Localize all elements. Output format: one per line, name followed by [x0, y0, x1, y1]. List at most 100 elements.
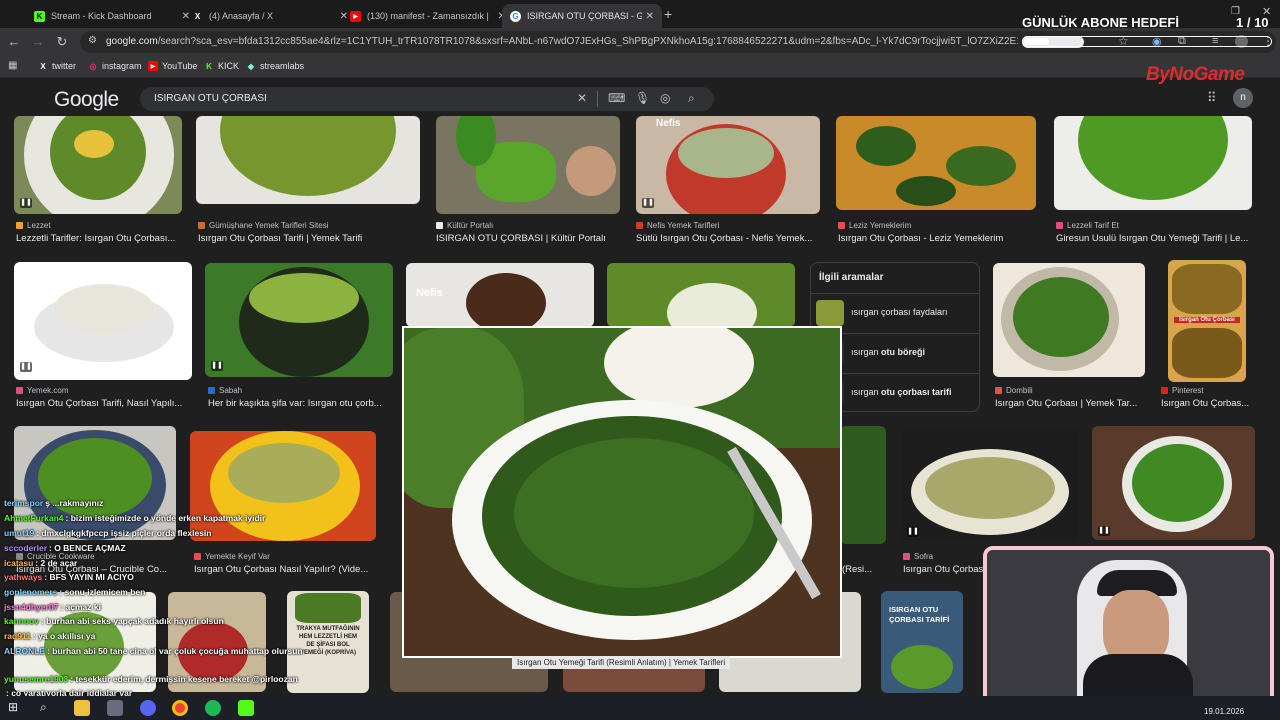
search-icon[interactable]: ⌕ — [40, 700, 56, 716]
image-caption[interactable]: Giresun Usulü Isırgan Otu Yemeği Tarifi … — [1056, 233, 1252, 244]
image-caption[interactable]: Isırgan Otu Çorbası | Yemek Tar... — [995, 398, 1145, 409]
clear-search-icon[interactable]: ✕ — [577, 91, 587, 105]
video-icon: ❚❚ — [211, 361, 223, 371]
chat-message: icatasu: 2 de açar — [4, 558, 78, 568]
youtube-icon: ▶ — [350, 10, 361, 22]
image-source: Gümüşhane Yemek Tarifleri Sitesi — [198, 221, 328, 230]
image-source: Sofra — [903, 552, 933, 561]
image-result-2[interactable] — [196, 116, 420, 204]
windows-icon[interactable]: ⊞ — [8, 700, 24, 716]
apps-grid-icon[interactable]: ▦ — [8, 60, 17, 71]
image-result-17[interactable]: ❚❚ — [1092, 426, 1255, 540]
search-box[interactable]: ISIRGAN OTU ÇORBASI ✕ ⌨ 🎙 ◎ ⌕ — [140, 87, 714, 111]
account-avatar[interactable]: n — [1233, 88, 1253, 108]
related-thumb — [816, 300, 844, 326]
video-icon: ❚❚ — [642, 198, 654, 208]
chrome-icon[interactable] — [172, 700, 188, 716]
image-caption[interactable]: Isırgan Otu Çorbası Nasıl Yapılır? (Vide… — [194, 564, 374, 575]
image-result-14[interactable] — [190, 431, 376, 541]
image-caption[interactable]: Her bir kaşıkta şifa var: Isırgan otu ço… — [208, 398, 388, 409]
image-result-1[interactable]: ❚❚ — [14, 116, 182, 214]
image-result-20[interactable]: TRAKYA MUTFAĞININ HEM LEZZETLİ HEM DE Şİ… — [287, 591, 369, 693]
app2-icon[interactable] — [238, 700, 254, 716]
related-text: ısırgan otu çorbası tarifi — [851, 387, 952, 397]
image-result-6[interactable] — [1054, 116, 1252, 210]
image-caption[interactable]: Isırgan Otu Çorbası - Leziz Yemeklerim — [838, 233, 1038, 244]
image-caption[interactable]: Isırgan Otu Çorbas — [903, 564, 985, 575]
image-source: Dombili — [995, 386, 1033, 395]
spotify-icon[interactable] — [205, 700, 221, 716]
nettle-dish-highlight — [514, 438, 754, 588]
subscriber-goal-fill — [1024, 38, 1049, 45]
bookmark-label: YouTube — [162, 61, 198, 71]
image-caption[interactable]: Sütlü Isırgan Otu Çorbası - Nefis Yemek.… — [636, 233, 820, 244]
image-caption[interactable]: Isırgan Otu Çorbası Tarifi | Yemek Tarif… — [198, 233, 422, 244]
instagram-icon: ◎ — [89, 61, 97, 71]
site-info-icon[interactable]: ⚙ — [88, 35, 97, 46]
chat-message: sccoderler: O BENCE AÇMAZ — [4, 543, 126, 553]
back-icon[interactable]: ← — [6, 34, 22, 49]
chat-message: gonlenomers: sonu izlemicem ben — [4, 587, 146, 597]
nefis-watermark: Nefis — [416, 287, 443, 299]
bookmark-youtube[interactable]: ▶ YouTube — [148, 61, 197, 71]
image-caption[interactable]: Isırgan Otu Çorbası Tarifi, Nasıl Yapılı… — [16, 398, 196, 409]
image-result-11[interactable] — [993, 263, 1145, 377]
image-caption[interactable]: (Resi... — [842, 564, 886, 575]
image-result-3[interactable] — [436, 116, 620, 214]
close-tab-icon[interactable]: ✕ — [646, 11, 654, 22]
youtube-icon: ▶ — [148, 61, 158, 71]
search-input[interactable]: ISIRGAN OTU ÇORBASI — [154, 93, 267, 104]
search-icon[interactable]: ⌕ — [688, 91, 695, 106]
divider — [597, 91, 598, 107]
streamlabs-icon: ◆ — [247, 61, 255, 71]
voice-search-icon[interactable]: 🎙 — [635, 91, 650, 105]
image-source: Lezzet — [16, 221, 51, 230]
bookmark-twitter[interactable]: X twitter — [38, 61, 76, 71]
chat-message: terimspor ş ...rakmayınız — [4, 498, 104, 508]
forward-icon[interactable]: → — [30, 34, 46, 49]
tab-google-search[interactable]: G ISIRGAN OTU ÇORBASI - Goog ✕ — [502, 4, 662, 28]
image-hover-preview[interactable] — [402, 326, 842, 658]
image-caption[interactable]: Isırgan Otu Çorbas... — [1161, 398, 1255, 409]
bookmark-instagram[interactable]: ◎ instagram — [88, 61, 142, 71]
image-result-15[interactable] — [840, 426, 886, 544]
image-result-4[interactable]: Nefis ❚❚ — [636, 116, 820, 214]
image-caption[interactable]: Lezzetli Tarifler: Isırgan Otu Çorbası..… — [16, 233, 184, 244]
image-result-12[interactable]: Isırgan Otu Çorbası — [1168, 260, 1246, 382]
google-logo[interactable]: Google — [54, 88, 119, 112]
webcam-frame — [983, 546, 1274, 708]
video-icon: ❚❚ — [1098, 526, 1110, 536]
lens-icon[interactable]: ◎ — [660, 91, 670, 105]
keyboard-icon[interactable]: ⌨ — [608, 91, 625, 105]
google-apps-icon[interactable]: ⠿ — [1207, 90, 1217, 106]
x-icon: X — [40, 61, 46, 71]
bookmark-streamlabs[interactable]: ◆ streamlabs — [246, 61, 304, 71]
tab-kick-dashboard[interactable]: K Stream - Kick Dashboard ✕ — [26, 4, 198, 28]
image-result-24[interactable]: ISIRGAN OTU ÇORBASI TARİFİ — [881, 591, 963, 693]
x-icon: X — [194, 11, 201, 21]
subscriber-goal-count: 1 / 10 — [1236, 15, 1269, 30]
image-source: Leziz Yemeklerim — [838, 221, 911, 230]
discord-icon[interactable] — [140, 700, 156, 716]
google-icon: G — [510, 10, 521, 22]
file-explorer-icon[interactable] — [74, 700, 90, 716]
image-result-5[interactable] — [836, 116, 1036, 210]
pinterest-badge-text: Isırgan Otu Çorbası — [1174, 317, 1240, 323]
chat-message: umut19: dmxclgkgkfpccp işsiz piçler orda… — [4, 528, 212, 538]
kick-icon: K — [34, 10, 45, 22]
image-result-9[interactable]: Nefis — [406, 263, 594, 327]
taskbar-date: 19.01.2026 — [1204, 707, 1245, 716]
reload-icon[interactable]: ↻ — [54, 34, 70, 50]
bookmark-kick[interactable]: K KICK — [204, 61, 239, 71]
image-result-7[interactable]: ❚❚ — [14, 262, 192, 380]
new-tab-icon[interactable]: + — [664, 6, 672, 22]
image-caption[interactable]: ISIRGAN OTU ÇORBASI | Kültür Portalı — [436, 233, 620, 244]
image-result-10[interactable] — [607, 263, 795, 327]
chat-message: kannoov: burhan abi seks yapçak adadık h… — [4, 616, 224, 626]
tab-x-home[interactable]: X (4) Anasayfa / X ✕ — [184, 4, 356, 28]
app-icon[interactable] — [107, 700, 123, 716]
image-result-8[interactable]: ❚❚ — [205, 263, 393, 377]
tab-youtube[interactable]: ▶ (130) manifest - Zamansızdık | ✕ — [342, 4, 514, 28]
image-result-16[interactable]: ❚❚ — [901, 429, 1079, 541]
tab-title: (4) Anasayfa / X — [209, 11, 274, 21]
